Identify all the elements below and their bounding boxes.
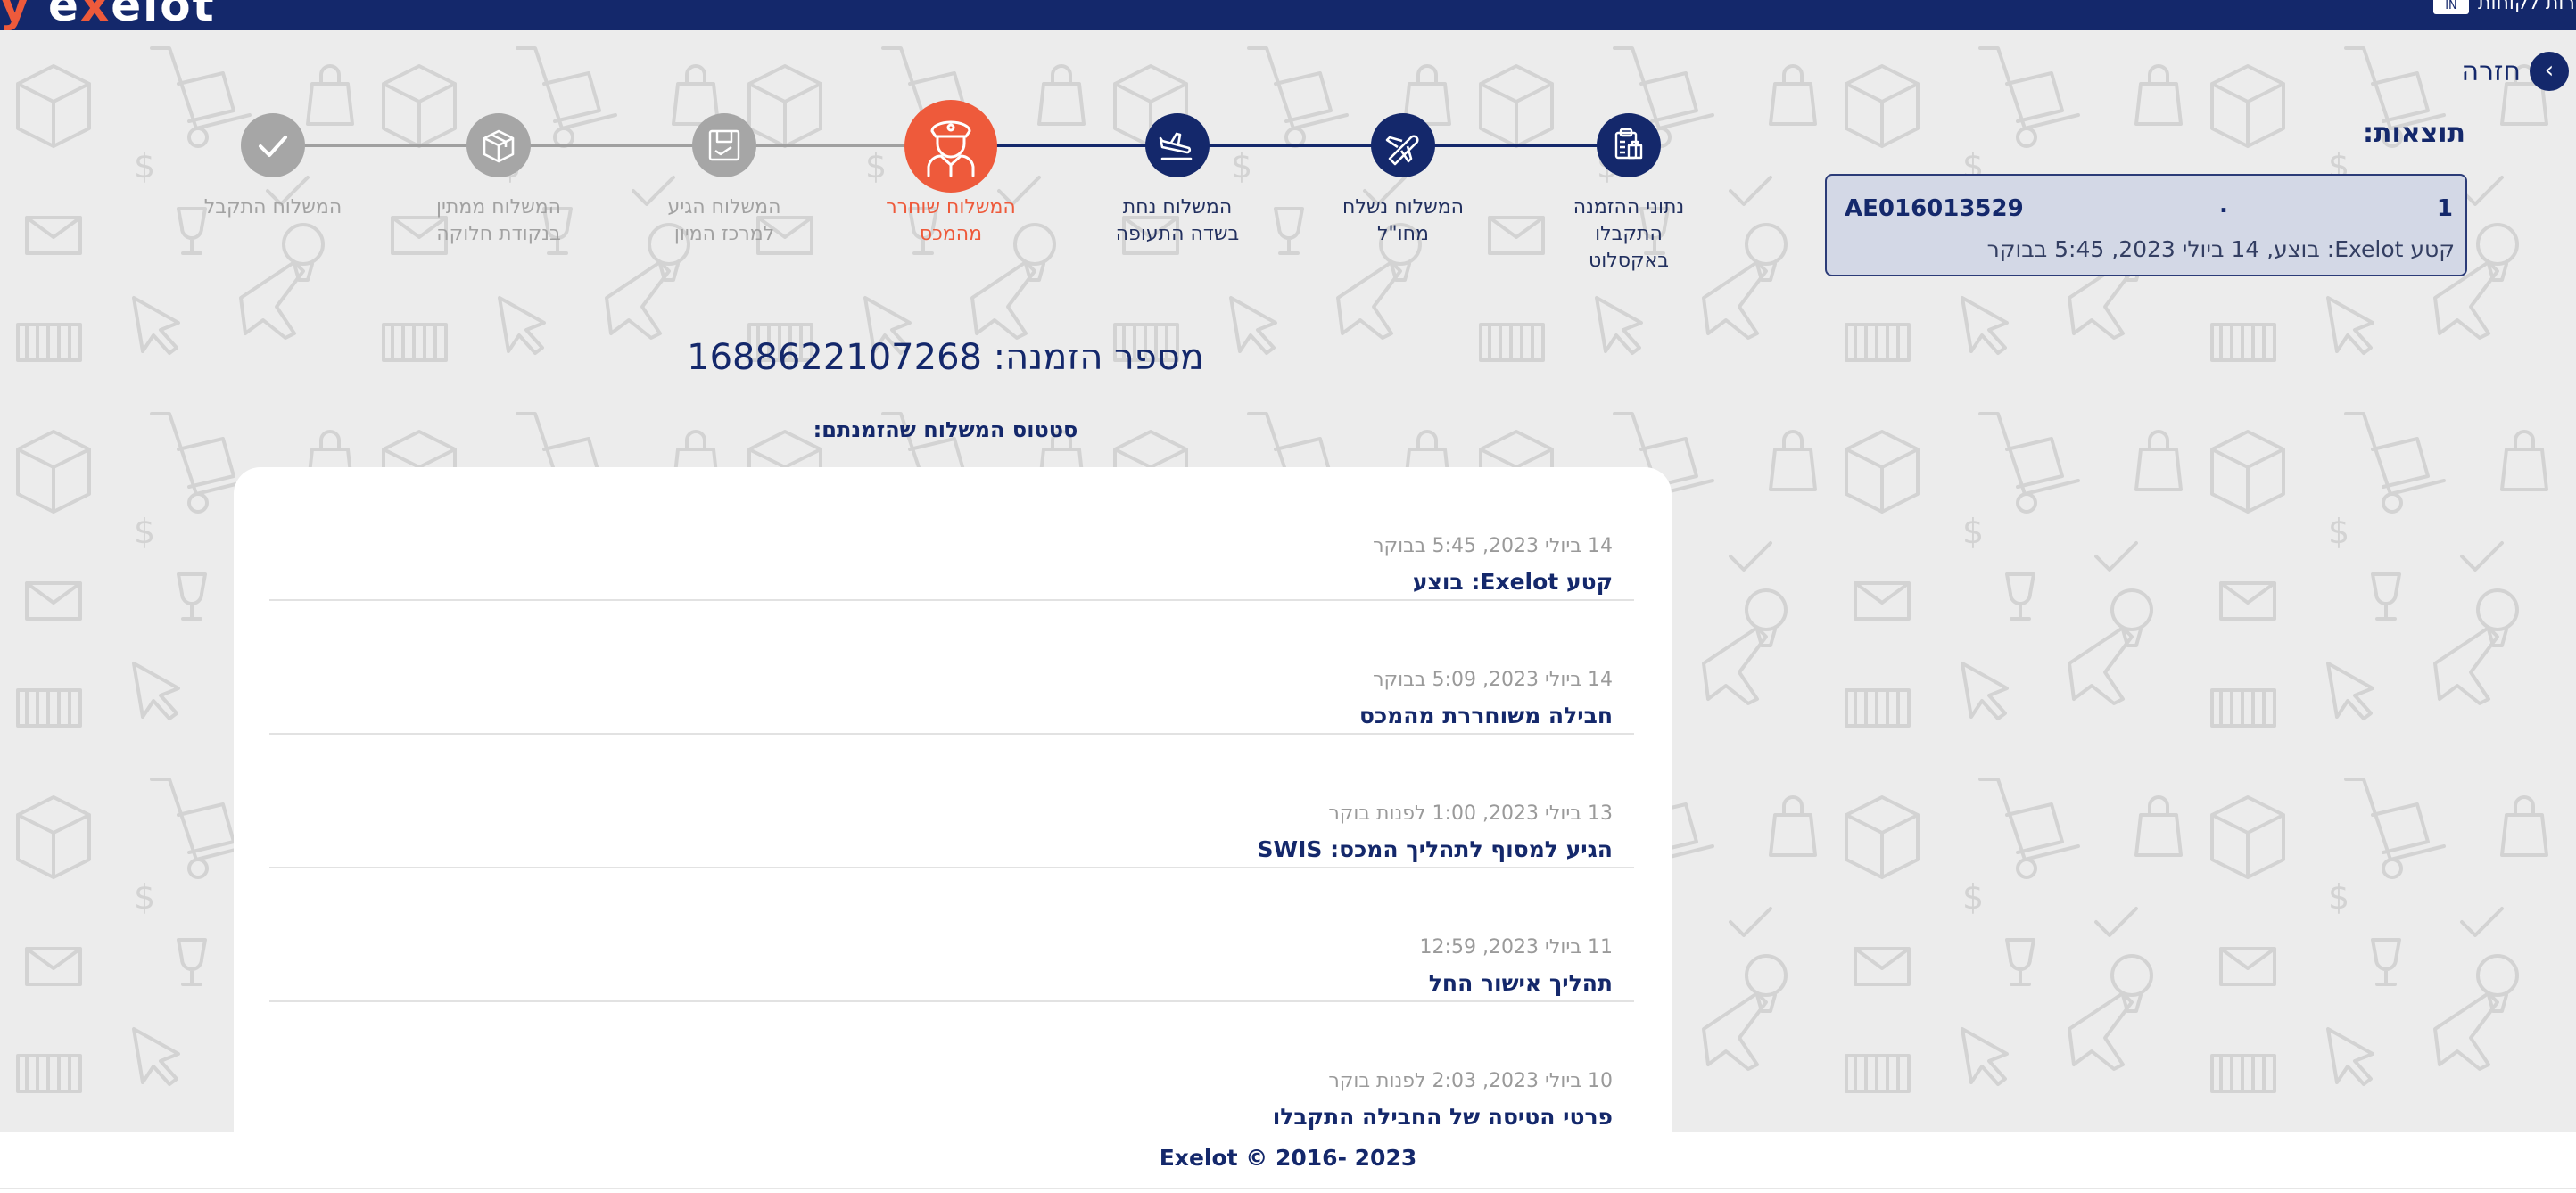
step-delivered	[241, 113, 305, 177]
step-label-line: המשלוח שוחרר	[886, 196, 1016, 218]
step-label-line: המשלוח נשלח	[1342, 196, 1465, 218]
airplane-landing-icon	[1159, 132, 1193, 160]
step-label: המשלוח נשלח מחו"ל	[1314, 194, 1492, 248]
event-date: 10 ביולי 2023, 2:03 לפנות בוקר	[1328, 1070, 1613, 1092]
event-description: חבילה משוחררת מהמכס	[1359, 703, 1613, 728]
result-status: קטע Exelot: בוצע, 14 ביולי 2023, 5:45 בב…	[1986, 236, 2455, 262]
tracking-event: 14 ביולי 2023, 5:09 בבוקר חבילה משוחררת …	[269, 601, 1634, 735]
clipboard-icon	[1614, 128, 1643, 160]
step-label-line: המשלוח הגיע	[667, 196, 781, 218]
airplane-takeoff-icon	[1385, 135, 1419, 166]
step-label-line: המשלוח נחת	[1122, 196, 1233, 218]
step-released-customs	[904, 100, 997, 193]
footer-divider	[0, 1188, 2576, 1189]
language-switch[interactable]: IN	[2433, 0, 2469, 14]
step-shipped-abroad	[1371, 113, 1435, 177]
step-sorting-center	[692, 113, 756, 177]
step-label-line: מהמכס	[919, 223, 983, 245]
shipment-progress-stepper: נתוני ההזמנה התקבלו באקסלוט המשלוח נשלח …	[0, 0, 1748, 303]
copyright-text: Exelot © 2016- 2023	[1159, 1145, 1417, 1171]
tracking-event: 11 ביולי 2023, 12:59 תהליך אישור החל	[269, 868, 1634, 1002]
step-connector	[273, 144, 951, 147]
order-number-title: מספר הזמנה: 1688622107268	[687, 337, 1204, 378]
result-card[interactable]: 1 . AE016013529 קטע Exelot: בוצע, 14 ביו…	[1825, 174, 2467, 276]
event-date: 14 ביולי 2023, 5:09 בבוקר	[1373, 669, 1613, 691]
step-label: המשלוח שוחרר מהמכס	[862, 194, 1040, 248]
event-date: 14 ביולי 2023, 5:45 בבוקר	[1373, 535, 1613, 557]
result-index: 1	[2436, 195, 2453, 222]
event-date: 13 ביולי 2023, 1:00 לפנות בוקר	[1328, 802, 1613, 825]
event-description: קטע Exelot: בוצע	[1412, 569, 1613, 595]
shipment-status-subtitle: סטטוס המשלוח שהזמנתם:	[813, 417, 1078, 442]
event-description: תהליך אישור החל	[1428, 970, 1613, 996]
event-description: פרטי הטיסה של החבילה התקבלו	[1272, 1104, 1613, 1130]
tracking-event: 10 ביולי 2023, 2:03 לפנות בוקר פרטי הטיס…	[269, 1002, 1634, 1136]
results-title: תוצאות:	[2362, 118, 2465, 149]
step-label: המשלוח נחת בשדה התעופה	[1088, 194, 1267, 248]
step-label-line: המשלוח ממתין	[435, 196, 562, 218]
event-date: 11 ביולי 2023, 12:59	[1419, 936, 1613, 959]
back-button[interactable]: › חזרה	[2461, 52, 2569, 91]
step-label-line: בשדה התעופה	[1115, 223, 1240, 245]
step-order-received	[1597, 113, 1661, 177]
tracking-event: 13 ביולי 2023, 1:00 לפנות בוקר הגיע למסו…	[269, 735, 1634, 868]
step-label: המשלוח הגיע למרכז המיון	[635, 194, 813, 248]
step-label-line: באקסלוט	[1588, 250, 1670, 272]
tracking-number: AE016013529	[1845, 195, 2024, 222]
step-label: המשלוח ממתין בנקודת חלוקה	[409, 194, 588, 248]
step-label-line: התקבלו	[1595, 223, 1663, 245]
step-label-line: המשלוח התקבל	[203, 196, 343, 218]
page-footer: Exelot © 2016- 2023	[0, 1132, 2576, 1193]
step-label-line: נתוני ההזמנה	[1573, 196, 1685, 218]
step-label-line: בנקודת חלוקה	[436, 223, 561, 245]
step-label-line: למרכז המיון	[673, 223, 775, 245]
step-pickup-point	[466, 113, 531, 177]
step-label-line: מחו"ל	[1377, 223, 1429, 245]
sorting-center-icon	[708, 129, 740, 161]
step-label: נתוני ההזמנה התקבלו באקסלוט	[1540, 194, 1718, 275]
customer-service-link[interactable]: שירות לקוחות	[2478, 0, 2576, 12]
back-label: חזרה	[2461, 55, 2521, 87]
step-landed-airport	[1145, 113, 1210, 177]
event-description: הגיע למסוף לתהליך המכס: SWIS	[1257, 836, 1613, 862]
checkmark-icon	[259, 136, 287, 157]
result-separator: .	[2219, 192, 2228, 218]
customs-officer-icon	[927, 120, 975, 177]
tracking-events-card: 14 ביולי 2023, 5:45 בבוקר קטע Exelot: בו…	[234, 467, 1672, 1145]
tracking-event: 14 ביולי 2023, 5:45 בבוקר קטע Exelot: בו…	[269, 467, 1634, 601]
package-icon	[483, 129, 515, 163]
chevron-right-icon: ›	[2530, 52, 2569, 91]
step-label: המשלוח התקבל	[184, 194, 362, 221]
